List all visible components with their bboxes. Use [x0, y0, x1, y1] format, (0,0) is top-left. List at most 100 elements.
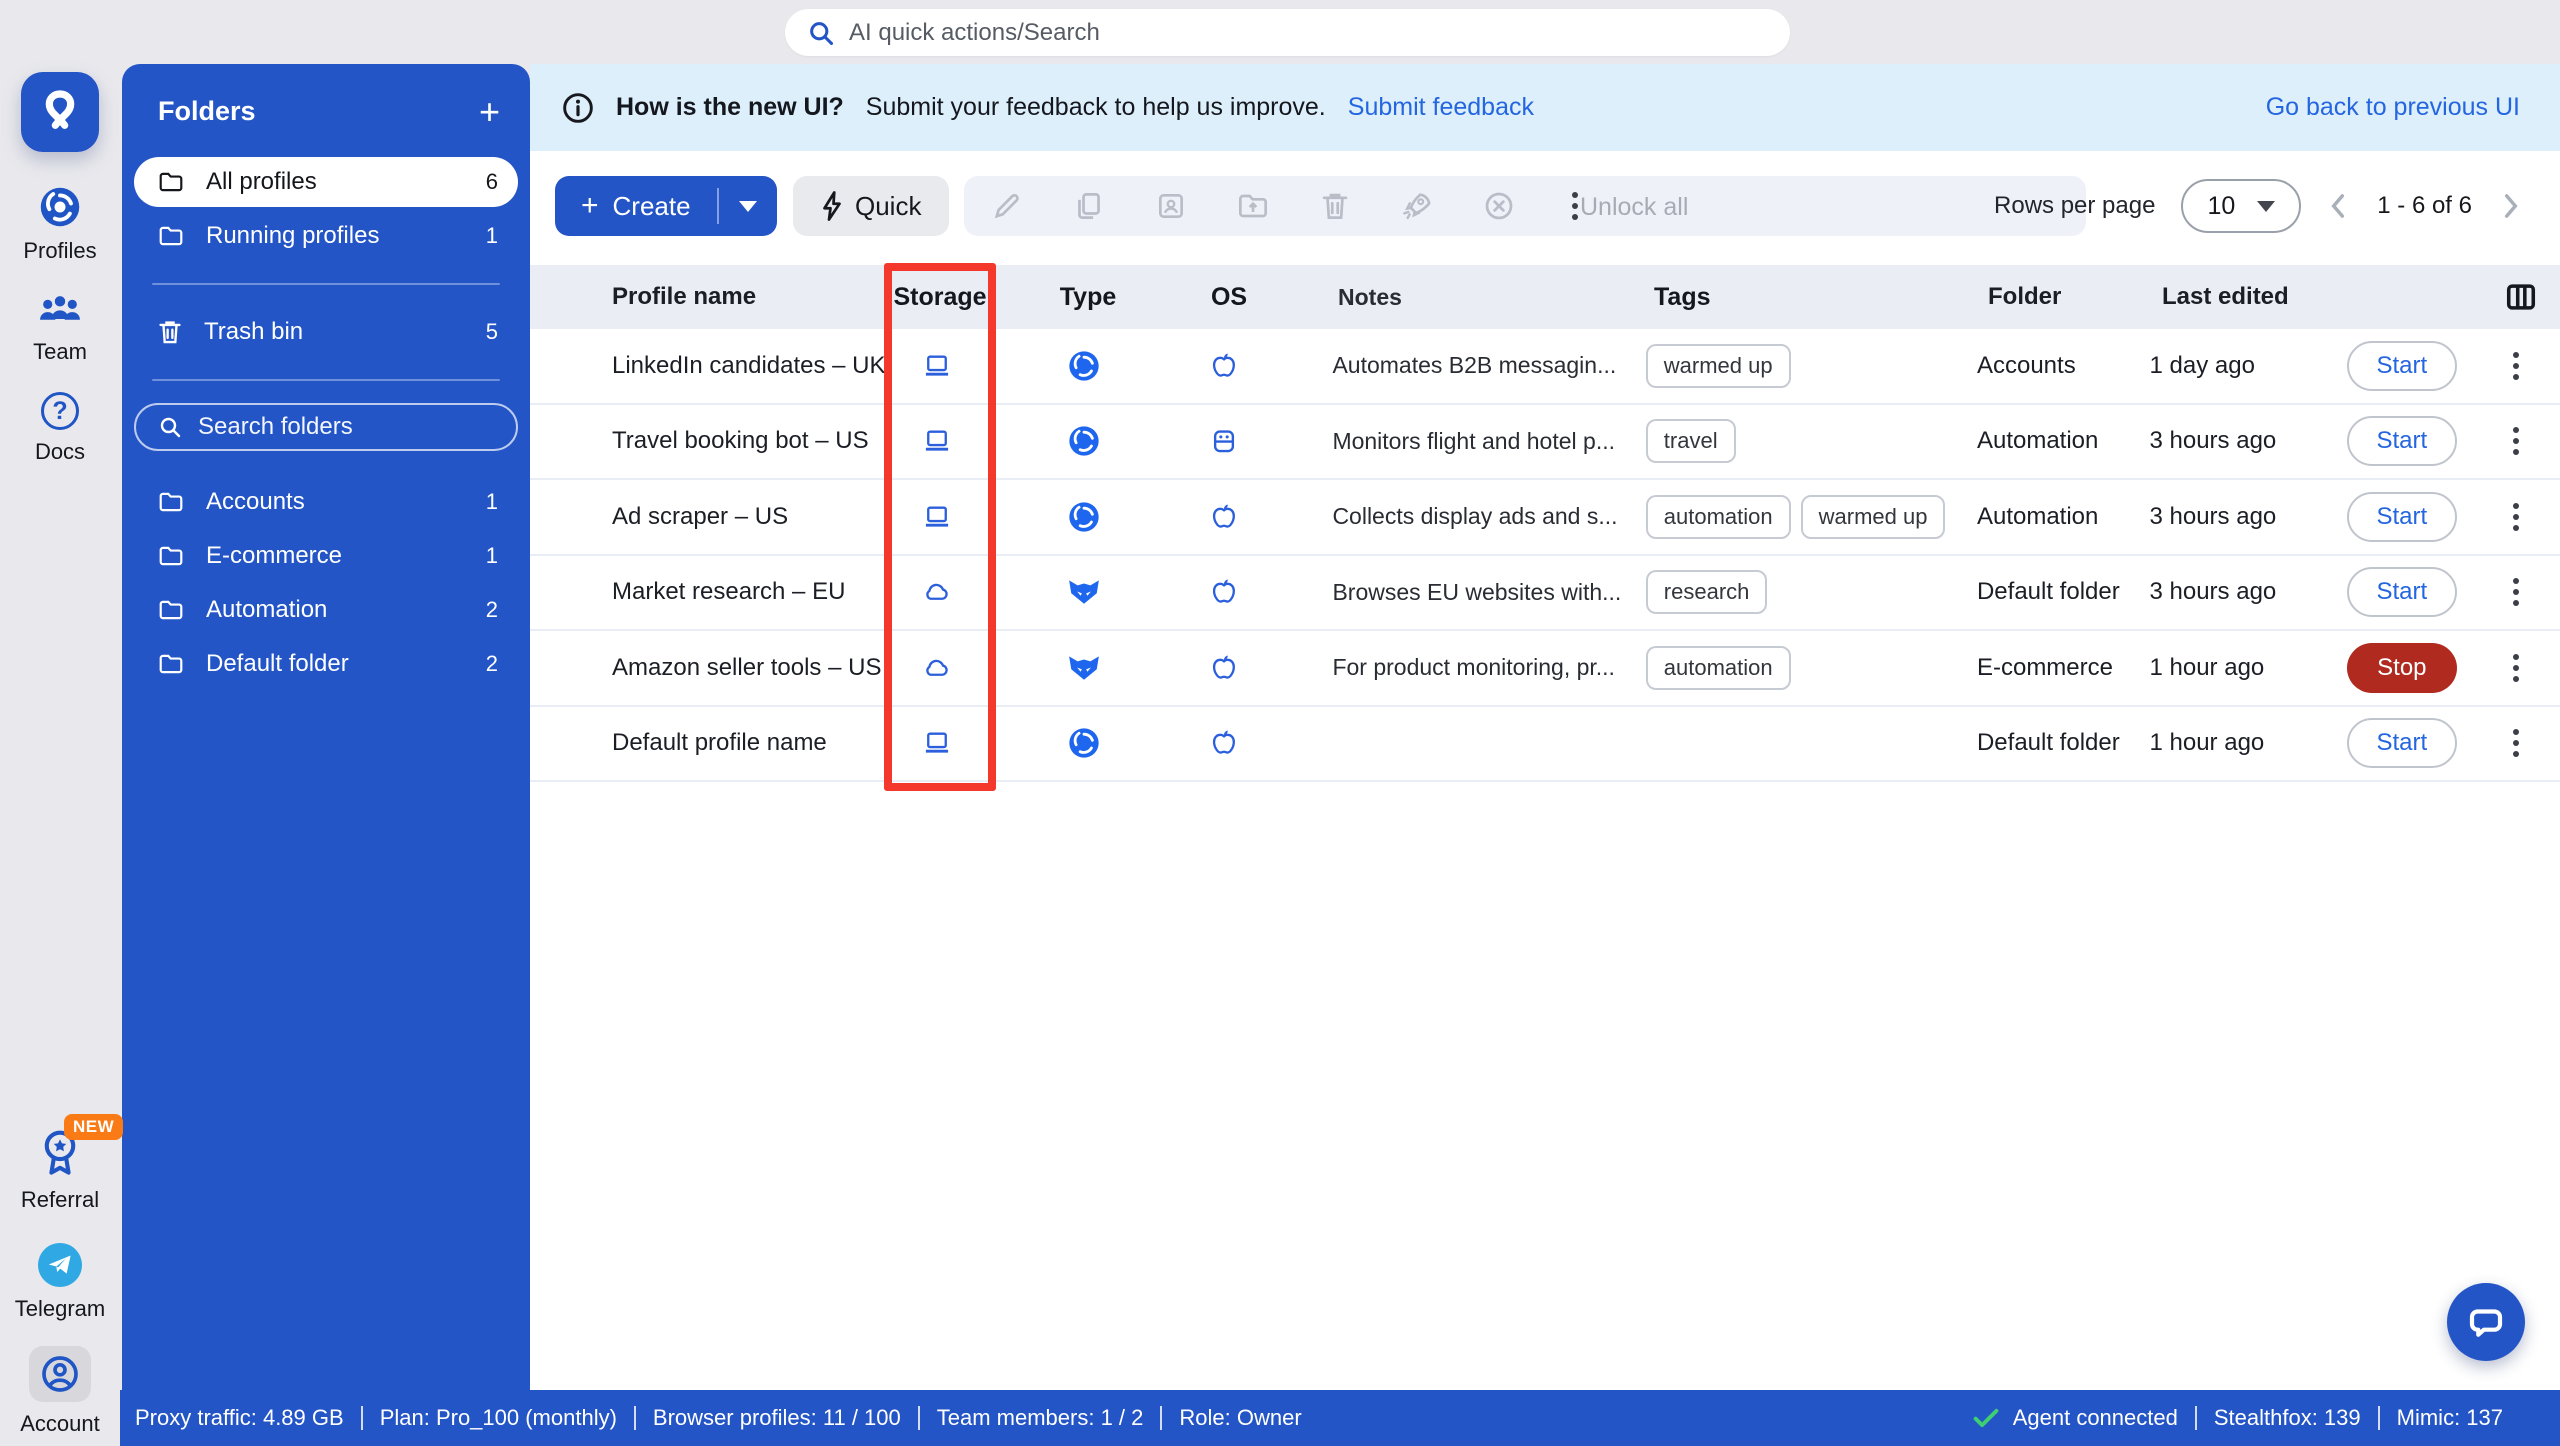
folder-icon — [158, 599, 184, 621]
nav-team[interactable]: Team — [0, 288, 120, 365]
nav-profiles[interactable]: Profiles — [0, 185, 120, 264]
local-storage-icon — [923, 505, 951, 529]
tag-chip: automation — [1646, 646, 1791, 690]
start-button[interactable]: Start — [2347, 718, 2457, 768]
banner-message: Submit your feedback to help us improve. — [866, 93, 1326, 122]
add-folder-button[interactable]: + — [479, 97, 500, 127]
table-row[interactable]: Default profile name Default folder 1 ho… — [530, 707, 2560, 783]
profile-name: Amazon seller tools – US — [530, 654, 888, 682]
search-input[interactable] — [849, 19, 1768, 47]
tag-chip: travel — [1646, 419, 1736, 463]
folder-item-running-profiles[interactable]: Running profiles 1 — [134, 211, 518, 261]
delete-icon[interactable] — [1318, 189, 1352, 223]
move-to-folder-icon[interactable] — [1236, 189, 1270, 223]
folder-item-trash-bin[interactable]: Trash bin 5 — [134, 307, 518, 357]
folder-item-automation[interactable]: Automation 2 — [134, 585, 518, 635]
start-button[interactable]: Start — [2347, 492, 2457, 542]
profile-notes: Browses EU websites with... — [1266, 579, 1645, 606]
nav-docs[interactable]: ? Docs — [0, 392, 120, 465]
create-split-button[interactable]: + Create — [555, 176, 777, 236]
search-icon — [807, 19, 835, 47]
profile-folder: Automation — [1977, 503, 2150, 531]
profile-name: LinkedIn candidates – UK — [530, 352, 888, 380]
profile-name: Default profile name — [530, 729, 888, 757]
folder-icon — [158, 545, 184, 567]
column-settings-icon[interactable] — [2506, 283, 2536, 311]
nav-telegram[interactable]: Telegram — [0, 1243, 120, 1322]
go-back-previous-ui-link[interactable]: Go back to previous UI — [2266, 93, 2520, 122]
unlock-all-button[interactable]: Unlock all — [1580, 193, 1688, 222]
folder-count: 2 — [486, 651, 498, 677]
table-row[interactable]: Travel booking bot – US Monitors flight … — [530, 405, 2560, 481]
folder-icon — [158, 653, 184, 675]
folder-item-ecommerce[interactable]: E-commerce 1 — [134, 531, 518, 581]
folder-count: 6 — [486, 169, 498, 195]
chevron-down-icon — [2257, 201, 2275, 212]
create-dropdown-button[interactable] — [719, 201, 777, 212]
stop-button[interactable]: Stop — [2347, 643, 2457, 693]
page-next-button[interactable] — [2500, 193, 2522, 219]
row-menu-icon[interactable] — [2505, 574, 2527, 610]
folder-item-label: Running profiles — [206, 222, 379, 250]
row-menu-icon[interactable] — [2505, 423, 2527, 459]
macos-icon — [1211, 351, 1237, 381]
app-logo[interactable] — [21, 72, 99, 152]
stealthfox-browser-icon — [1067, 654, 1101, 682]
table-row[interactable]: Amazon seller tools – US For product mon… — [530, 631, 2560, 707]
folder-item-label: E-commerce — [206, 542, 342, 570]
macos-icon — [1211, 577, 1237, 607]
chat-widget-button[interactable] — [2447, 1283, 2525, 1361]
nav-referral[interactable]: NEW Referral — [0, 1128, 120, 1213]
profile-notes: Collects display ads and s... — [1266, 503, 1645, 530]
macos-icon — [1211, 653, 1237, 683]
page-prev-button[interactable] — [2327, 193, 2349, 219]
tag-chip: warmed up — [1801, 495, 1946, 539]
start-button[interactable]: Start — [2347, 567, 2457, 617]
close-circle-icon[interactable] — [1482, 189, 1516, 223]
header-storage: Storage — [890, 283, 990, 312]
folder-item-all-profiles[interactable]: All profiles 6 — [134, 157, 518, 207]
nav-profiles-label: Profiles — [23, 238, 96, 264]
global-search-bar[interactable] — [785, 9, 1790, 56]
start-button[interactable]: Start — [2347, 416, 2457, 466]
profile-folder: Default folder — [1977, 578, 2150, 606]
folder-search-input[interactable] — [198, 413, 508, 441]
table-row[interactable]: Ad scraper – US Collects display ads and… — [530, 480, 2560, 556]
macos-icon — [1211, 728, 1237, 758]
table-header: Profile name Storage Type OS Notes Tags … — [530, 265, 2560, 329]
rows-per-page-select[interactable]: 10 — [2181, 179, 2301, 233]
folder-count: 2 — [486, 597, 498, 623]
quick-profile-button[interactable]: Quick — [793, 176, 949, 236]
row-menu-icon[interactable] — [2505, 348, 2527, 384]
nav-docs-label: Docs — [35, 439, 85, 465]
status-plan: Plan: Pro_100 (monthly) — [361, 1406, 634, 1430]
row-menu-icon[interactable] — [2505, 725, 2527, 761]
submit-feedback-link[interactable]: Submit feedback — [1348, 93, 1534, 122]
table-row[interactable]: LinkedIn candidates – UK Automates B2B m… — [530, 329, 2560, 405]
row-menu-icon[interactable] — [2505, 499, 2527, 535]
folder-item-default-folder[interactable]: Default folder 2 — [134, 639, 518, 689]
new-badge: NEW — [64, 1114, 123, 1140]
status-bar: Proxy traffic: 4.89 GB Plan: Pro_100 (mo… — [120, 1390, 2560, 1446]
duplicate-icon[interactable] — [1072, 189, 1106, 223]
rows-per-page-value: 10 — [2207, 192, 2235, 221]
header-profile-name: Profile name — [530, 283, 890, 311]
nav-account[interactable]: Account — [0, 1346, 120, 1437]
folder-count: 1 — [486, 223, 498, 249]
folder-item-label: Accounts — [206, 488, 305, 516]
header-notes: Notes — [1272, 284, 1654, 311]
row-menu-icon[interactable] — [2505, 650, 2527, 686]
folder-item-accounts[interactable]: Accounts 1 — [134, 477, 518, 527]
launch-rocket-icon[interactable] — [1400, 189, 1434, 223]
profile-name: Travel booking bot – US — [530, 427, 888, 455]
nav-account-label: Account — [20, 1411, 100, 1437]
tag-chip: warmed up — [1646, 344, 1791, 388]
clone-profile-icon[interactable] — [1154, 189, 1188, 223]
folder-search[interactable] — [134, 403, 518, 451]
profile-folder: Automation — [1977, 427, 2150, 455]
table-row[interactable]: Market research – EU Browses EU websites… — [530, 556, 2560, 632]
profile-name: Market research – EU — [530, 578, 888, 606]
profile-name: Ad scraper – US — [530, 503, 888, 531]
start-button[interactable]: Start — [2347, 341, 2457, 391]
edit-icon[interactable] — [990, 189, 1024, 223]
